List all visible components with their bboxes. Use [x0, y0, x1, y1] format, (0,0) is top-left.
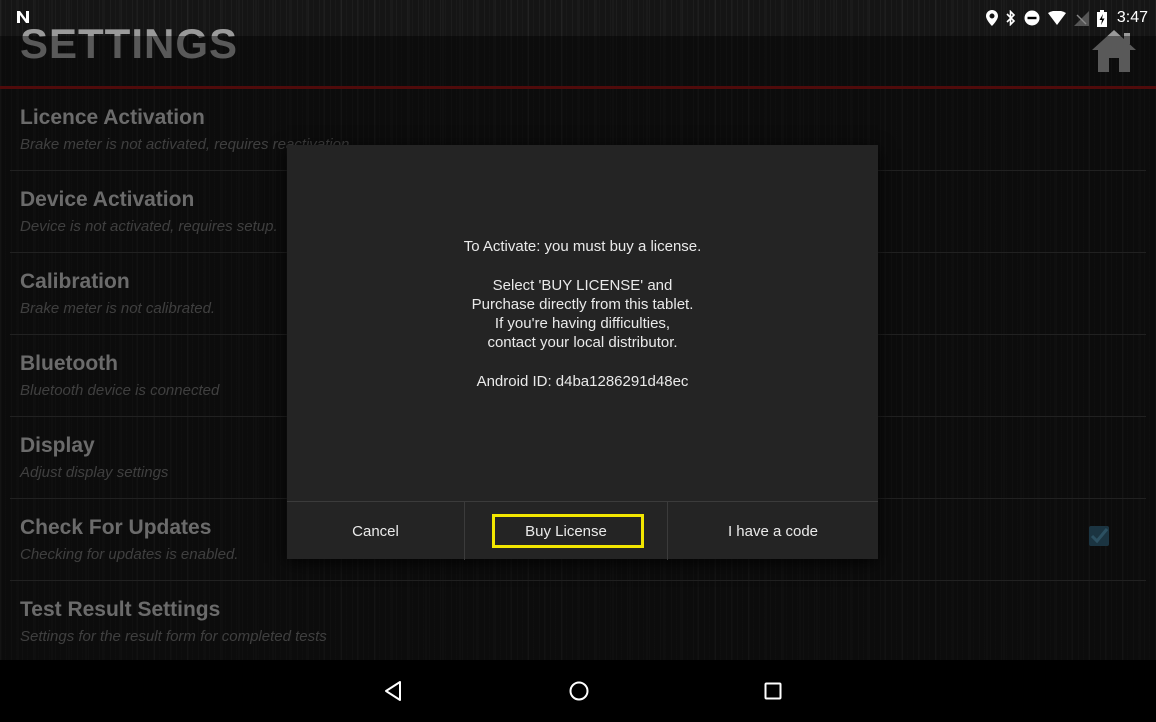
do-not-disturb-icon [1024, 10, 1040, 26]
navigation-bar [0, 660, 1156, 722]
buy-license-label: Buy License [525, 522, 607, 540]
dialog-line: contact your local distributor. [487, 334, 678, 351]
dialog-message: To Activate: you must buy a license. Sel… [287, 237, 878, 391]
recents-icon[interactable] [764, 682, 782, 700]
activation-dialog: To Activate: you must buy a license. Sel… [287, 145, 878, 560]
buy-license-button[interactable]: Buy License [465, 502, 668, 560]
bluetooth-icon [1006, 10, 1015, 26]
no-signal-icon [1073, 10, 1089, 26]
dialog-line: To Activate: you must buy a license. [463, 238, 702, 255]
dialog-button-bar: Cancel Buy License I have a code [287, 501, 878, 560]
android-id: Android ID: d4ba1286291d48ec [476, 373, 689, 390]
dialog-line: Select 'BUY LICENSE' and [492, 277, 673, 294]
cancel-button[interactable]: Cancel [287, 502, 465, 560]
settings-screen: 3:47 SETTINGS Licence Activation Brake m… [0, 0, 1156, 722]
have-code-label: I have a code [727, 522, 819, 540]
home-circle-icon[interactable] [569, 681, 589, 701]
dialog-line: If you're having difficulties, [494, 315, 671, 332]
battery-charging-icon [1096, 9, 1107, 27]
wifi-icon [1047, 11, 1066, 25]
dialog-line: Purchase directly from this tablet. [471, 296, 694, 313]
back-icon[interactable] [383, 680, 403, 702]
cancel-label: Cancel [352, 522, 399, 540]
i-have-a-code-button[interactable]: I have a code [668, 502, 878, 560]
location-icon [985, 10, 998, 26]
status-icons: 3:47 [985, 8, 1148, 28]
status-time: 3:47 [1116, 9, 1148, 26]
